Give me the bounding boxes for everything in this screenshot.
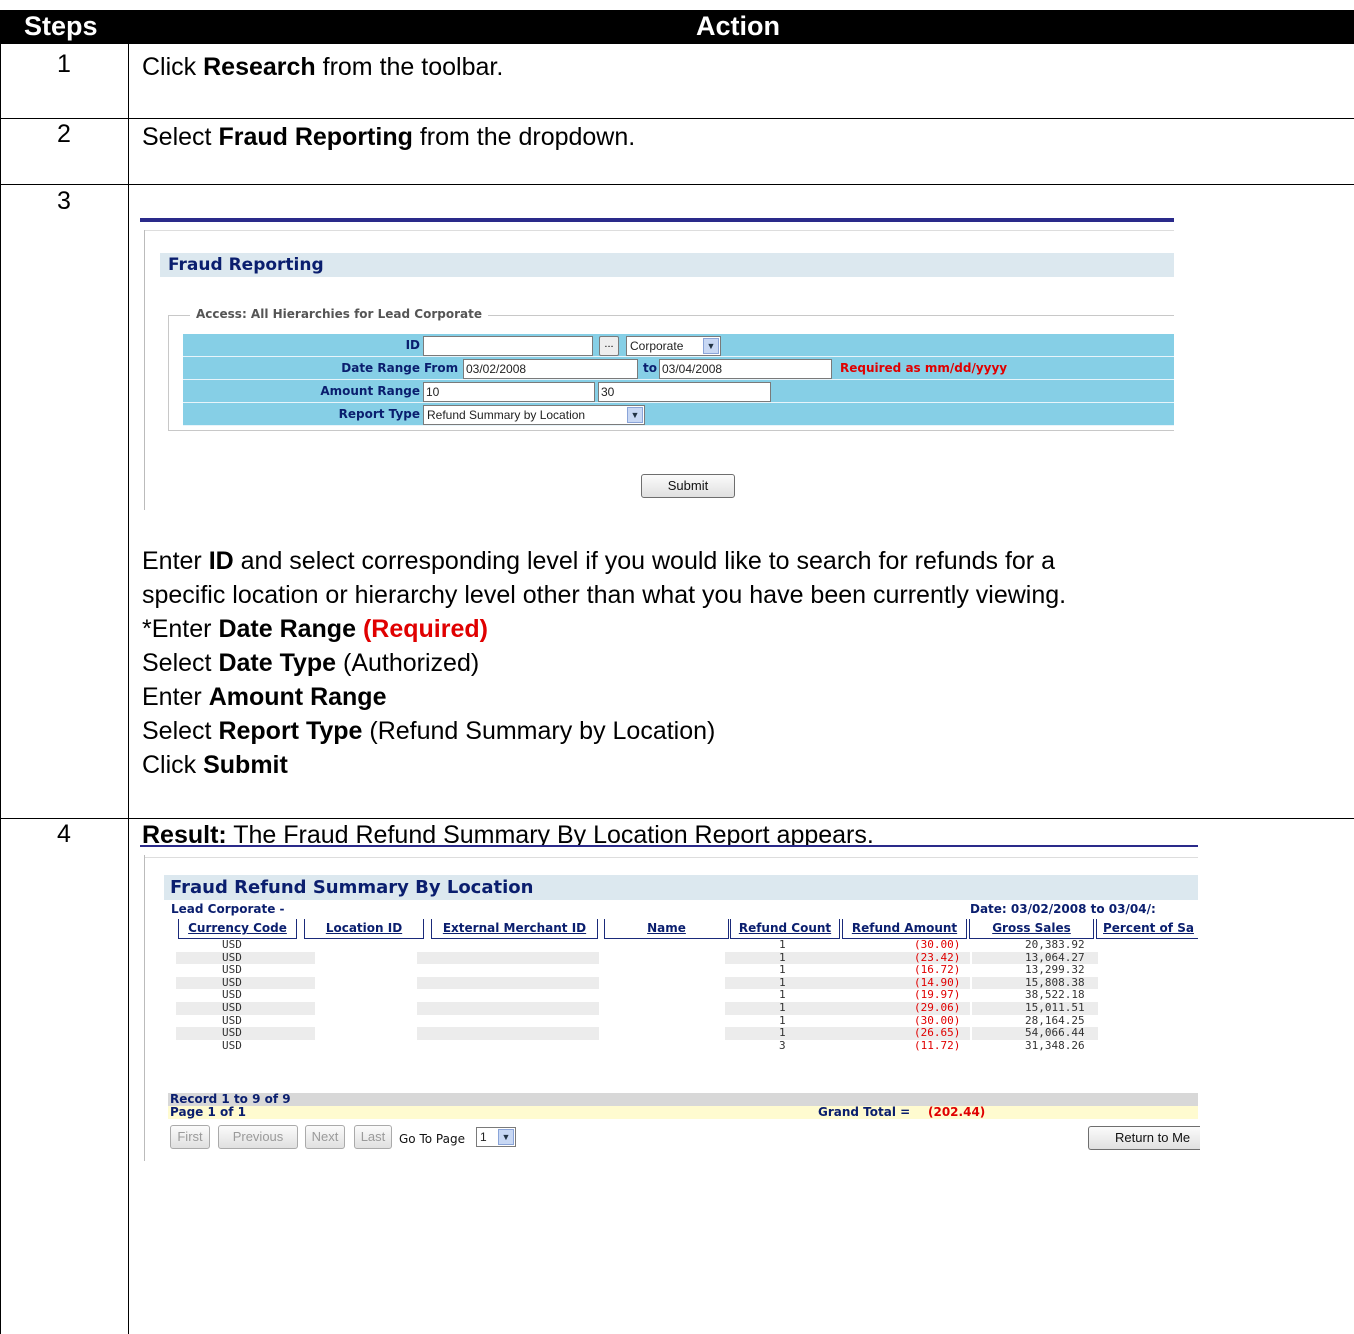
step-number: 1: [57, 50, 71, 78]
goto-page-select[interactable]: 1 ▼: [476, 1127, 516, 1147]
fraud-reporting-screenshot: Fraud Reporting Access: All Hierarchies …: [140, 218, 1174, 510]
report-type-row: Report Type Refund Summary by Location ▼: [183, 403, 1174, 426]
search-form: ID ... Corporate ▼ Date Range From 03/02…: [183, 334, 1174, 426]
report-entity: Lead Corporate -: [171, 902, 285, 916]
cell-gross-sales: 31,348.26: [1025, 1038, 1085, 1052]
cell-refund-count: 1: [779, 1026, 786, 1040]
instruction-line: Click Submit: [142, 751, 288, 779]
report-date-range: Date: 03/02/2008 to 03/04/:: [970, 902, 1156, 916]
grand-total-label: Grand Total =: [818, 1105, 911, 1119]
report-type-value: Refund Summary by Location: [427, 408, 586, 422]
cell-refund-amount: (11.72): [914, 1038, 961, 1052]
col-currency-code[interactable]: Currency Code: [178, 919, 297, 939]
col-external-merchant-id[interactable]: External Merchant ID: [431, 919, 598, 939]
level-select[interactable]: Corporate ▼: [626, 336, 721, 356]
step-number: 2: [57, 120, 71, 148]
record-count: Record 1 to 9 of 9: [168, 1093, 1198, 1106]
chevron-down-icon: ▼: [498, 1129, 514, 1145]
table-row: USD 1 (26.65) 54,066.44: [174, 1027, 1198, 1040]
cell-currency: USD: [222, 1000, 242, 1014]
col-refund-count[interactable]: Refund Count: [730, 919, 840, 939]
date-from-input[interactable]: 03/02/2008: [463, 359, 638, 379]
table-row: USD 1 (30.00) 20,383.92: [174, 938, 1198, 952]
cell-currency: USD: [222, 938, 242, 951]
report-type-select[interactable]: Refund Summary by Location ▼: [423, 405, 645, 425]
date-required-note: Required as mm/dd/yyyy: [840, 361, 1008, 375]
instruction-line: Enter ID and select corresponding level …: [142, 547, 1055, 575]
header-steps: Steps: [24, 11, 98, 41]
date-range-label: Date Range: [341, 361, 420, 375]
col-location-id[interactable]: Location ID: [304, 919, 424, 939]
col-refund-amount[interactable]: Refund Amount: [842, 919, 967, 939]
level-select-value: Corporate: [630, 339, 684, 353]
id-input[interactable]: [423, 336, 593, 356]
table-row: USD 1 (29.06) 15,011.51: [174, 1000, 1198, 1015]
cell-gross-sales: 13,299.32: [1025, 963, 1085, 977]
table-row: USD 3 (11.72) 31,348.26: [174, 1038, 1198, 1053]
id-row: ID ... Corporate ▼: [183, 334, 1174, 357]
cell-refund-count: 1: [779, 1000, 786, 1014]
report-type-label: Report Type: [338, 407, 420, 421]
step-1-text: Click Research from the toolbar.: [142, 53, 504, 81]
cell-gross-sales: 15,011.51: [1025, 1000, 1085, 1014]
cell-currency: USD: [222, 1038, 242, 1052]
step-2-text: Select Fraud Reporting from the dropdown…: [142, 123, 636, 151]
id-label: ID: [405, 338, 420, 352]
amount-max-input[interactable]: 30: [598, 382, 771, 402]
cell-refund-amount: (30.00): [914, 938, 961, 951]
from-label: From: [424, 361, 459, 375]
step-3-instructions: Enter ID and select corresponding level …: [142, 544, 1066, 782]
cell-refund-amount: (16.72): [914, 963, 961, 977]
report-rows: USD 1 (30.00) 20,383.92 USD 1 (23.42) 13,064.27…: [174, 938, 1198, 1053]
cell-refund-amount: (26.65): [914, 1026, 961, 1040]
page-indicator: Page 1 of 1: [170, 1105, 246, 1119]
col-name[interactable]: Name: [604, 919, 729, 939]
first-page-button[interactable]: First: [170, 1125, 210, 1149]
instruction-line: Select Report Type (Refund Summary by Lo…: [142, 717, 716, 745]
cell-gross-sales: 54,066.44: [1025, 1026, 1085, 1040]
browse-button[interactable]: ...: [599, 336, 619, 356]
cell-currency: USD: [222, 963, 242, 977]
table-row: USD 1 (16.72) 13,299.32: [174, 964, 1198, 977]
header-action: Action: [696, 11, 780, 41]
submit-button[interactable]: Submit: [641, 474, 735, 498]
grand-total-value: (202.44): [928, 1105, 986, 1119]
cell-refund-amount: (29.06): [914, 1000, 961, 1014]
col-percent-of-sales[interactable]: Percent of Sa: [1096, 919, 1198, 939]
page-footer: Page 1 of 1 Grand Total = (202.44): [168, 1106, 1198, 1119]
cell-refund-count: 3: [779, 1038, 786, 1052]
amount-range-row: Amount Range 10 30: [183, 380, 1174, 403]
refund-summary-screenshot: Fraud Refund Summary By Location Lead Co…: [140, 845, 1200, 1161]
previous-page-button[interactable]: Previous: [218, 1125, 298, 1149]
date-range-row: Date Range From 03/02/2008 to 03/04/2008…: [183, 357, 1174, 380]
report-table-header: Currency Code Location ID External Merch…: [174, 919, 1198, 939]
step-number: 3: [57, 187, 71, 215]
table-header: Steps Action: [0, 10, 1354, 44]
access-legend: Access: All Hierarchies for Lead Corpora…: [190, 307, 488, 321]
instruction-line: Enter Amount Range: [142, 683, 387, 711]
goto-page-label: Go To Page: [399, 1132, 465, 1146]
date-to-input[interactable]: 03/04/2008: [659, 359, 832, 379]
col-gross-sales[interactable]: Gross Sales: [969, 919, 1094, 939]
amount-range-label: Amount Range: [320, 384, 420, 398]
fraud-reporting-title: Fraud Reporting: [160, 253, 1174, 277]
instruction-line: *Enter Date Range (Required): [142, 615, 488, 643]
steps-table: Steps Action 1 Click Research from the t…: [0, 0, 1354, 1334]
report-title: Fraud Refund Summary By Location: [164, 875, 1198, 900]
chevron-down-icon: ▼: [627, 407, 643, 423]
cell-gross-sales: 20,383.92: [1025, 938, 1085, 951]
return-to-menu-button[interactable]: Return to Me: [1088, 1126, 1200, 1150]
amount-min-input[interactable]: 10: [423, 382, 595, 402]
next-page-button[interactable]: Next: [305, 1125, 345, 1149]
last-page-button[interactable]: Last: [354, 1125, 392, 1149]
cell-refund-count: 1: [779, 938, 786, 951]
instruction-line: Select Date Type (Authorized): [142, 649, 480, 677]
cell-currency: USD: [222, 1026, 242, 1040]
to-label: to: [643, 361, 657, 375]
cell-refund-count: 1: [779, 963, 786, 977]
goto-page-value: 1: [480, 1130, 487, 1144]
step-number: 4: [57, 820, 71, 848]
chevron-down-icon: ▼: [703, 338, 719, 354]
instruction-line: specific location or hierarchy level oth…: [142, 581, 1067, 609]
